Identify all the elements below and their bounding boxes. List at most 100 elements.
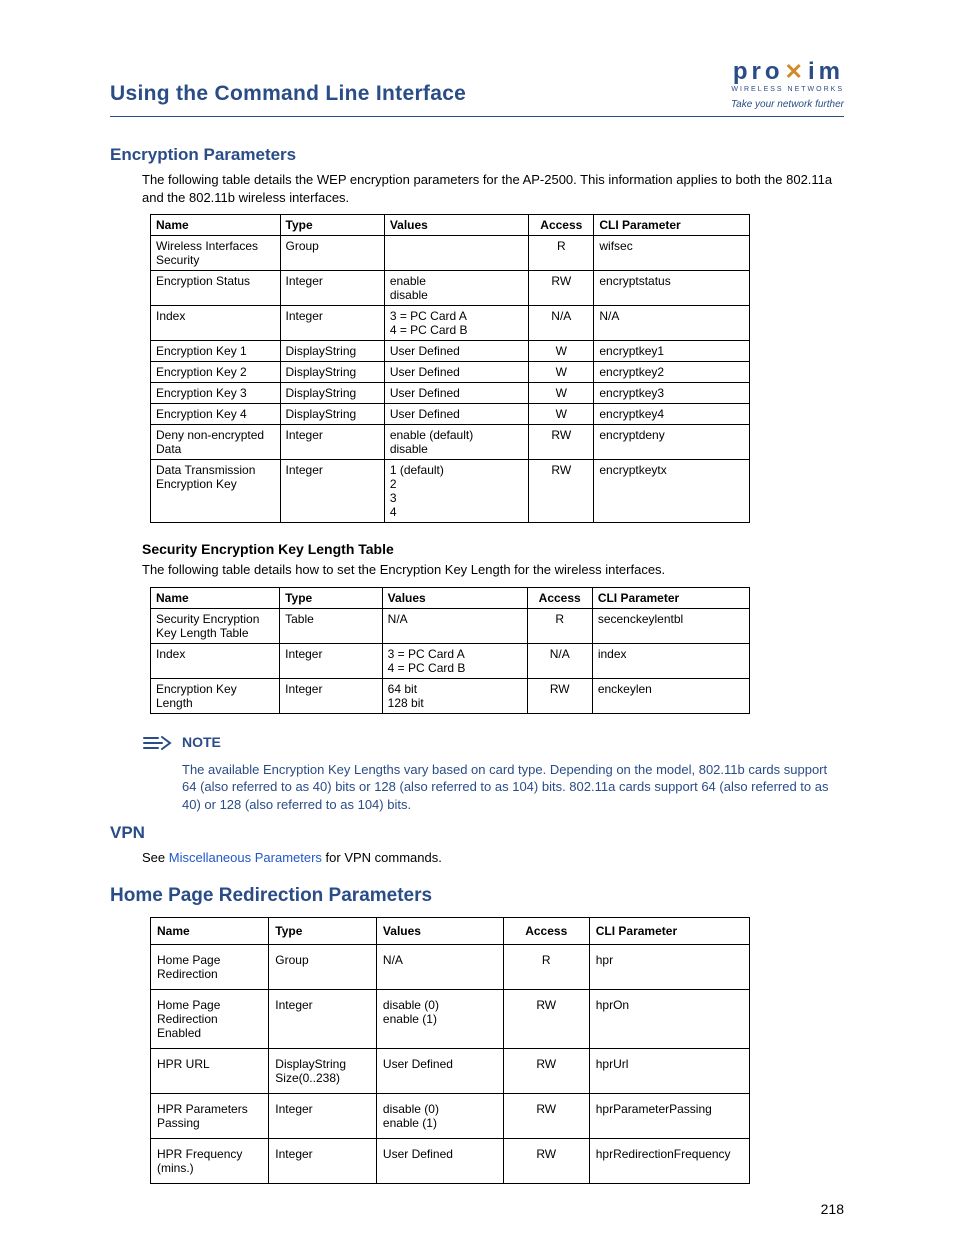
th-type: Type xyxy=(280,215,384,236)
cell-name: Home Page Redirection xyxy=(151,944,269,989)
table-encryption-parameters: Name Type Values Access CLI Parameter Wi… xyxy=(150,214,750,523)
cell-cli: encryptkey2 xyxy=(594,362,750,383)
th-values: Values xyxy=(384,215,528,236)
link-miscellaneous-parameters[interactable]: Miscellaneous Parameters xyxy=(169,850,322,865)
cell-type: DisplayString Size(0..238) xyxy=(269,1048,377,1093)
cell-values: disable (0)enable (1) xyxy=(376,1093,503,1138)
cell-name: Encryption Key 3 xyxy=(151,383,281,404)
cell-values: N/A xyxy=(382,608,527,643)
table-hpr: Name Type Values Access CLI Parameter Ho… xyxy=(150,917,750,1184)
cell-type: DisplayString xyxy=(280,362,384,383)
cell-type: Group xyxy=(280,236,384,271)
table-header-row: Name Type Values Access CLI Parameter xyxy=(151,215,750,236)
cell-name: Index xyxy=(151,306,281,341)
table-row: Encryption Key LengthInteger64 bit128 bi… xyxy=(151,678,750,713)
cell-access: N/A xyxy=(527,643,592,678)
cell-access: RW xyxy=(527,678,592,713)
note-arrow-icon xyxy=(142,734,182,757)
heading-vpn: VPN xyxy=(110,823,844,843)
heading-key-length-table: Security Encryption Key Length Table xyxy=(142,541,844,557)
cell-access: RW xyxy=(529,271,594,306)
cell-access: W xyxy=(529,341,594,362)
cell-name: Encryption Key Length xyxy=(151,678,280,713)
table-row: Encryption Key 4DisplayStringUser Define… xyxy=(151,404,750,425)
cell-access: R xyxy=(527,608,592,643)
cell-name: HPR URL xyxy=(151,1048,269,1093)
vpn-pre: See xyxy=(142,850,169,865)
cell-type: DisplayString xyxy=(280,404,384,425)
th-access: Access xyxy=(529,215,594,236)
cell-access: RW xyxy=(529,460,594,523)
cell-name: HPR Parameters Passing xyxy=(151,1093,269,1138)
logo-sub1: WIRELESS NETWORKS xyxy=(731,86,844,93)
table-header-row: Name Type Values Access CLI Parameter xyxy=(151,587,750,608)
cell-values: 64 bit128 bit xyxy=(382,678,527,713)
cell-cli: hprOn xyxy=(589,989,749,1048)
cell-access: W xyxy=(529,362,594,383)
cell-cli: hpr xyxy=(589,944,749,989)
cell-type: Integer xyxy=(280,460,384,523)
cell-name: Security Encryption Key Length Table xyxy=(151,608,280,643)
cell-values: User Defined xyxy=(384,404,528,425)
cell-access: W xyxy=(529,404,594,425)
cell-values: N/A xyxy=(376,944,503,989)
table-row: IndexInteger3 = PC Card A4 = PC Card BN/… xyxy=(151,306,750,341)
cell-values: 3 = PC Card A4 = PC Card B xyxy=(382,643,527,678)
cell-values: User Defined xyxy=(376,1048,503,1093)
th-values: Values xyxy=(376,917,503,944)
cell-cli: hprParameterPassing xyxy=(589,1093,749,1138)
cell-cli: hprRedirectionFrequency xyxy=(589,1138,749,1183)
th-type: Type xyxy=(280,587,383,608)
cell-cli: encryptdeny xyxy=(594,425,750,460)
logo-x-icon: ✕ xyxy=(785,61,807,83)
th-access: Access xyxy=(503,917,589,944)
table-row: Data Transmission Encryption KeyInteger1… xyxy=(151,460,750,523)
cell-type: Integer xyxy=(280,271,384,306)
vpn-post: for VPN commands. xyxy=(322,850,442,865)
note-label: NOTE xyxy=(182,734,221,750)
cell-type: Integer xyxy=(280,306,384,341)
cell-access: RW xyxy=(529,425,594,460)
cell-values: 1 (default)234 xyxy=(384,460,528,523)
cell-access: N/A xyxy=(529,306,594,341)
cell-cli: encryptkey4 xyxy=(594,404,750,425)
page-title: Using the Command Line Interface xyxy=(110,82,466,110)
page-header: Using the Command Line Interface pro✕im … xyxy=(110,60,844,117)
cell-cli: encryptkey3 xyxy=(594,383,750,404)
cell-access: RW xyxy=(503,989,589,1048)
cell-name: Index xyxy=(151,643,280,678)
logo-sub2: Take your network further xyxy=(731,99,844,110)
table-row: Encryption Key 2DisplayStringUser Define… xyxy=(151,362,750,383)
cell-type: Integer xyxy=(280,643,383,678)
th-type: Type xyxy=(269,917,377,944)
cell-values: User Defined xyxy=(384,341,528,362)
cell-values: enabledisable xyxy=(384,271,528,306)
cell-access: RW xyxy=(503,1093,589,1138)
cell-access: R xyxy=(529,236,594,271)
th-cli: CLI Parameter xyxy=(594,215,750,236)
cell-cli: encryptstatus xyxy=(594,271,750,306)
cell-cli: wifsec xyxy=(594,236,750,271)
cell-type: DisplayString xyxy=(280,383,384,404)
cell-type: Integer xyxy=(280,425,384,460)
th-cli: CLI Parameter xyxy=(589,917,749,944)
cell-name: Deny non-encrypted Data xyxy=(151,425,281,460)
cell-cli: hprUrl xyxy=(589,1048,749,1093)
cell-name: HPR Frequency (mins.) xyxy=(151,1138,269,1183)
table-row: HPR Frequency (mins.)IntegerUser Defined… xyxy=(151,1138,750,1183)
logo-wordmark: pro✕im xyxy=(731,60,844,84)
table-key-length: Name Type Values Access CLI Parameter Se… xyxy=(150,587,750,714)
cell-cli: enckeylen xyxy=(592,678,749,713)
cell-values: User Defined xyxy=(376,1138,503,1183)
table-row: Encryption StatusIntegerenabledisableRWe… xyxy=(151,271,750,306)
cell-name: Encryption Key 1 xyxy=(151,341,281,362)
cell-type: Table xyxy=(280,608,383,643)
cell-name: Encryption Key 4 xyxy=(151,404,281,425)
cell-values xyxy=(384,236,528,271)
cell-access: R xyxy=(503,944,589,989)
cell-cli: encryptkey1 xyxy=(594,341,750,362)
cell-values: 3 = PC Card A4 = PC Card B xyxy=(384,306,528,341)
cell-access: RW xyxy=(503,1048,589,1093)
cell-type: DisplayString xyxy=(280,341,384,362)
note-body: The available Encryption Key Lengths var… xyxy=(182,761,844,814)
